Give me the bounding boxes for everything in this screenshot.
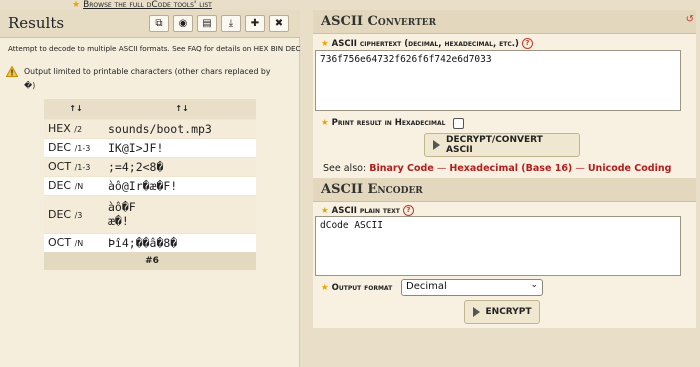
separator: —: [575, 163, 585, 174]
star-icon: ★: [321, 39, 329, 49]
close-icon[interactable]: ✖: [269, 15, 289, 32]
format-cell: OCT /N: [44, 232, 104, 252]
warning-text: Output limited to printable characters (…: [24, 67, 271, 76]
format-sub: /3: [74, 210, 83, 220]
see-also-label: See also:: [323, 163, 367, 174]
table-row: DEC /3 àô�F æ�!: [44, 194, 256, 233]
converter-header: ASCII Converter ↺: [313, 10, 696, 34]
warning-icon: [6, 66, 18, 77]
play-icon: [433, 140, 440, 150]
output-format-label: ★ Output format: [321, 283, 392, 293]
results-table: ↑↓ ↑↓ HEX /2 sounds/boot.mp3 DEC /1-3 IK…: [44, 99, 256, 270]
format-cell: DEC /1-3: [44, 137, 104, 157]
decrypt-button[interactable]: DECRYPT/CONVERT ASCII: [424, 133, 580, 157]
format-cell: DEC /N: [44, 175, 104, 195]
link-hexadecimal[interactable]: Hexadecimal (Base 16): [449, 163, 572, 174]
table-row: HEX /2 sounds/boot.mp3: [44, 118, 256, 138]
plaintext-input[interactable]: dCode ASCII: [315, 216, 681, 276]
format-cell: OCT /1-3: [44, 156, 104, 176]
ciphertext-label: ★ ASCII ciphertext (decimal, hexadecimal,…: [321, 38, 533, 49]
results-toolbar: ⧉ ◉ ▤ ⤓ ✚ ✖: [149, 15, 293, 32]
format-sub: /N: [74, 182, 84, 191]
tofu-glyph: �: [24, 81, 33, 90]
results-title: Results: [8, 14, 65, 32]
value-cell[interactable]: IK@I>JF!: [104, 137, 256, 157]
format-name: HEX: [48, 122, 71, 135]
link-unicode-coding[interactable]: Unicode Coding: [588, 163, 672, 174]
format-sub: /N: [74, 239, 84, 249]
encrypt-button-label: ENCRYPT: [485, 307, 532, 317]
chevron-down-icon: ⌄: [530, 280, 538, 290]
browse-tools-link[interactable]: ★ Browse the full dCode tools' list: [72, 0, 212, 10]
separator: —: [436, 163, 447, 174]
output-format-value: Decimal: [406, 281, 447, 292]
value-cell[interactable]: sounds/boot.mp3: [104, 118, 256, 138]
copy-icon[interactable]: ⧉: [149, 15, 169, 32]
ciphertext-input[interactable]: 736f756e64732f626f6f742e6d7033: [315, 50, 681, 111]
warning-tail: ): [32, 81, 36, 90]
more-results-row[interactable]: #6: [44, 252, 256, 270]
format-cell: DEC /3: [44, 194, 104, 233]
value-cell[interactable]: àô�F æ�!: [104, 194, 256, 233]
format-name: DEC: [48, 179, 72, 192]
format-sub: /2: [74, 125, 83, 134]
print-icon[interactable]: ▤: [197, 15, 217, 32]
screenshot-icon[interactable]: ◉: [173, 15, 193, 32]
table-row: DEC /1-3 IK@I>JF!: [44, 137, 256, 157]
print-hex-label: ★ Print result in Hexadecimal: [321, 118, 445, 128]
pin-icon[interactable]: ✚: [245, 15, 265, 32]
format-sub: /1-3: [74, 163, 91, 172]
decrypt-button-label: DECRYPT/CONVERT ASCII: [446, 135, 543, 155]
encoder-title: ASCII Encoder: [321, 182, 423, 197]
play-icon: [472, 307, 480, 317]
link-binary-code[interactable]: Binary Code: [369, 163, 434, 174]
refresh-icon[interactable]: ↺: [686, 14, 694, 25]
format-name: DEC: [48, 207, 72, 221]
table-row: OCT /1-3 ;=4;2<8�: [44, 156, 256, 176]
format-sub: /1-3: [74, 144, 91, 153]
download-icon[interactable]: ⤓: [221, 15, 241, 32]
format-name: OCT: [48, 160, 72, 173]
see-also: See also: Binary Code — Hexadecimal (Bas…: [323, 163, 671, 174]
encrypt-button[interactable]: ENCRYPT: [464, 300, 540, 324]
sort-format-header[interactable]: ↑↓: [44, 99, 104, 119]
sort-value-header[interactable]: ↑↓: [104, 99, 256, 119]
help-icon[interactable]: ?: [521, 38, 533, 49]
results-panel: Results ⧉ ◉ ▤ ⤓ ✚ ✖ Attempt to decode to…: [0, 10, 301, 367]
table-row: DEC /N àô@Ir�æ�F!: [44, 175, 256, 195]
output-format-select[interactable]: Decimal ⌄: [401, 279, 543, 296]
format-name: DEC: [48, 141, 72, 154]
results-info: Attempt to decode to multiple ASCII form…: [8, 44, 301, 53]
converter-title: ASCII Converter: [321, 14, 437, 29]
plaintext-label: ★ ASCII plain text?: [321, 205, 414, 216]
browse-tools-link-text[interactable]: Browse the full dCode tools' list: [83, 0, 212, 10]
converter-body: ★ ASCII ciphertext (decimal, hexadecimal,…: [313, 34, 696, 178]
table-row: OCT /N Þî4;��â�8�: [44, 232, 256, 252]
results-header: Results ⧉ ◉ ▤ ⤓ ✚ ✖: [0, 10, 300, 38]
encoder-header: ASCII Encoder: [313, 178, 696, 202]
format-cell: HEX /2: [44, 118, 104, 138]
print-hex-checkbox[interactable]: [453, 118, 464, 129]
encoder-body: ★ ASCII plain text? dCode ASCII ★ Output f…: [313, 202, 696, 328]
value-cell[interactable]: ;=4;2<8�: [104, 156, 256, 176]
tools-panel: ASCII Converter ↺ ★ ASCII ciphertext (dec…: [313, 10, 696, 367]
value-cell[interactable]: àô@Ir�æ�F!: [104, 175, 256, 195]
plaintext-label-text: ASCII plain text: [331, 206, 400, 216]
star-icon: ★: [321, 206, 329, 216]
star-icon: ★: [321, 118, 329, 128]
format-name: OCT: [48, 236, 72, 250]
star-icon: ★: [321, 283, 329, 293]
value-cell[interactable]: Þî4;��â�8�: [104, 232, 256, 252]
output-format-label-text: Output format: [331, 283, 393, 293]
help-icon[interactable]: ?: [402, 205, 414, 216]
print-hex-label-text: Print result in Hexadecimal: [331, 118, 446, 128]
ciphertext-label-text: ASCII ciphertext (decimal, hexadecimal, …: [331, 39, 519, 49]
star-icon: ★: [72, 0, 81, 10]
